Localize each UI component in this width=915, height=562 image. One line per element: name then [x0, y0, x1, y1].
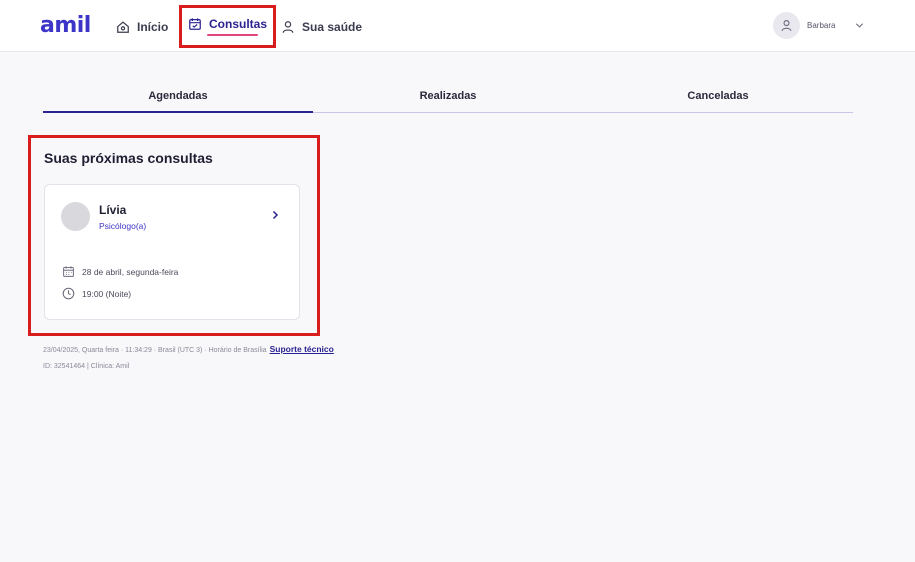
person-icon [282, 21, 294, 33]
chevron-down-icon[interactable] [855, 21, 864, 30]
appointment-time: 19:00 (Noite) [62, 287, 131, 300]
tab-agendadas[interactable]: Agendadas [43, 84, 313, 113]
nav-item-label: Sua saúde [302, 20, 363, 34]
calendar-icon [63, 266, 74, 277]
appointment-date-text: 28 de abril, segunda-feira [82, 266, 179, 277]
user-icon [781, 20, 792, 32]
appointment-date: 28 de abril, segunda-feira [62, 265, 178, 278]
footer-meta: 23/04/2025, Quarta feira · 11:34:29 · Br… [43, 344, 334, 354]
professional-avatar [61, 202, 90, 231]
chevron-right-icon[interactable] [270, 210, 280, 220]
footer-id-line: ID: 32541464 | Clínica: Amil [43, 363, 130, 370]
tab-canceladas[interactable]: Canceladas [583, 84, 853, 112]
upcoming-appointments-section: Suas próximas consultas Lívia Psicólogo(… [28, 135, 320, 336]
appointment-card[interactable]: Lívia Psicólogo(a) 28 de abril, segunda-… [44, 184, 300, 320]
support-link[interactable]: Suporte técnico [270, 344, 334, 354]
home-icon [117, 21, 129, 33]
clock-icon [62, 287, 75, 300]
professional-name: Lívia [99, 203, 127, 217]
user-menu[interactable]: Barbara [773, 12, 864, 39]
appointment-time-text: 19:00 (Noite) [82, 288, 132, 299]
footer-timestamp: 23/04/2025, Quarta feira · 11:34:29 · Br… [43, 347, 267, 354]
user-name: Barbara [807, 21, 836, 30]
amil-logo[interactable]: amil [40, 13, 91, 38]
nav-item-sua-saude[interactable]: Sua saúde [281, 17, 362, 37]
consultas-tabs: Agendadas Realizadas Canceladas [43, 84, 853, 113]
professional-role: Psicólogo(a) [99, 221, 147, 231]
nav-item-inicio[interactable]: Início [116, 17, 168, 37]
nav-item-label: Início [137, 20, 169, 34]
avatar [773, 12, 800, 39]
top-navigation-bar: amil Início Consultas Sua saúde Barbara [0, 0, 915, 52]
highlight-box-consultas [179, 5, 276, 48]
tab-realizadas[interactable]: Realizadas [313, 84, 583, 112]
section-title: Suas próximas consultas [44, 150, 213, 166]
